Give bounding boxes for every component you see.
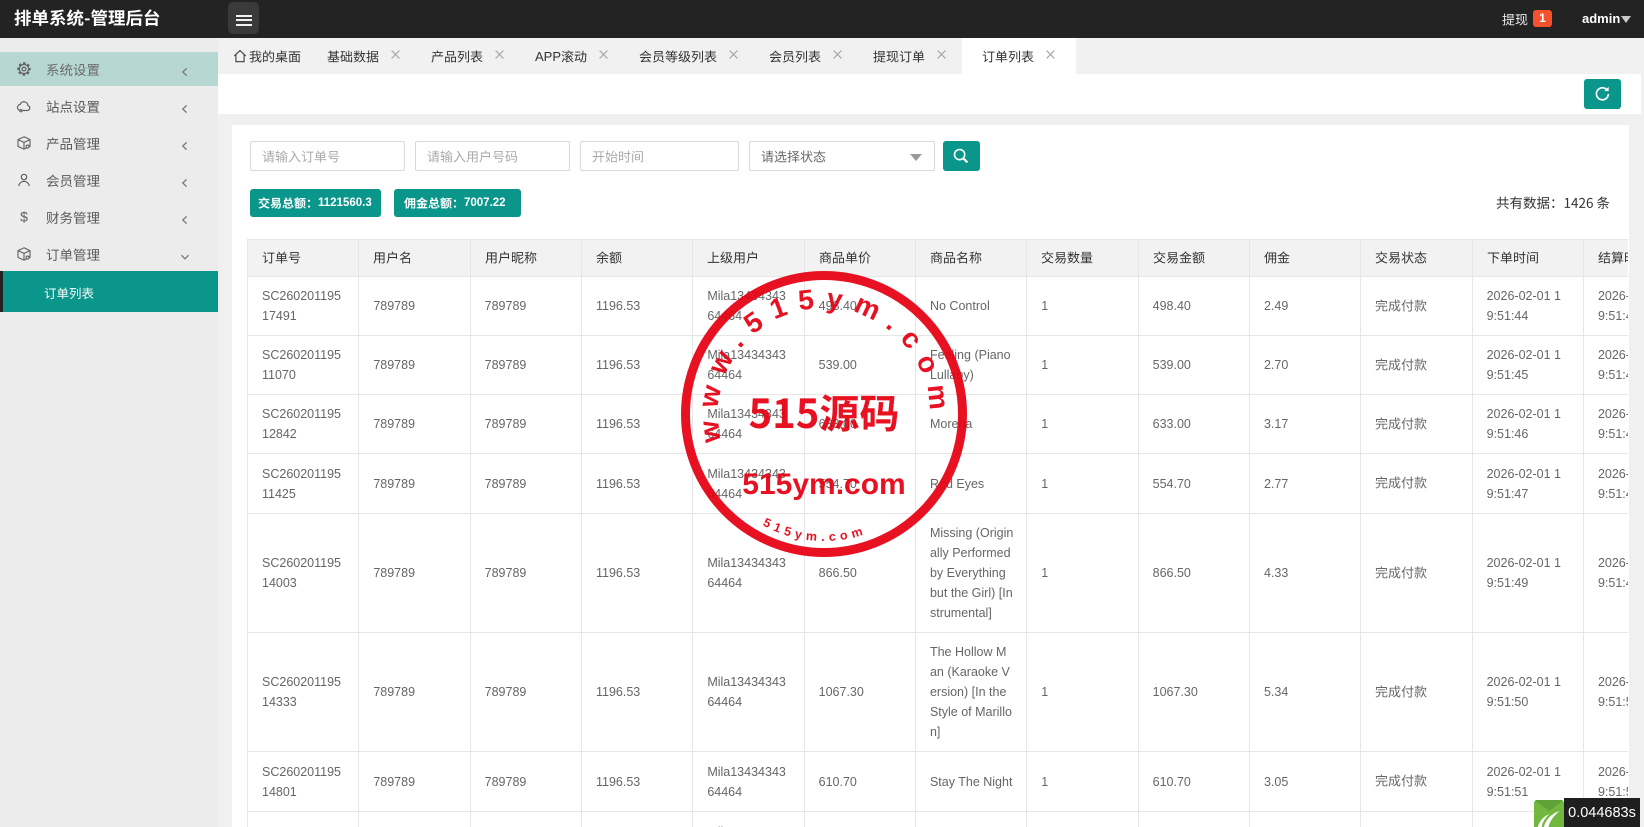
svg-text:515ym.com: 515ym.com <box>742 468 905 501</box>
svg-text:$: $ <box>20 209 28 225</box>
